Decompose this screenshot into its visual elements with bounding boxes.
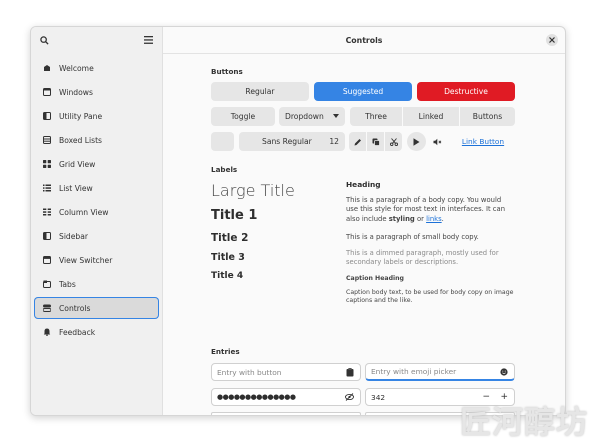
font-size: 12 xyxy=(329,137,339,146)
paste-icon[interactable] xyxy=(346,368,354,377)
app-window: Welcome Windows Utility Pane Boxed Lists… xyxy=(30,26,566,416)
caption-paragraph: Caption body text, to be used for body c… xyxy=(346,289,514,304)
labels-heading: Labels xyxy=(211,165,238,174)
password-entry[interactable]: ●●●●●●●●●●●●●● xyxy=(211,388,361,406)
buttons-button[interactable]: Buttons xyxy=(460,107,515,126)
sidebar-item-feedback[interactable]: Feedback xyxy=(34,321,159,343)
utility-pane-icon xyxy=(43,112,51,120)
search-icon[interactable] xyxy=(40,35,49,45)
sidebar-item-list-view[interactable]: List View xyxy=(34,177,159,199)
sidebar-item-label: Tabs xyxy=(59,279,76,289)
title3-label: Title 3 xyxy=(211,252,245,263)
entries-heading: Entries xyxy=(211,347,240,356)
sidebar-item-label: Windows xyxy=(59,87,93,97)
large-title-label: Large Title xyxy=(211,181,295,200)
play-button[interactable] xyxy=(407,132,426,151)
body-heading: Heading xyxy=(346,180,381,189)
caption-heading: Caption Heading xyxy=(346,275,404,282)
toggle-button[interactable]: Toggle xyxy=(211,107,275,126)
sidebar-item-sidebar[interactable]: Sidebar xyxy=(34,225,159,247)
body-end: . xyxy=(441,214,444,223)
chevron-down-icon xyxy=(333,114,339,118)
sidebar-item-label: Column View xyxy=(59,207,109,217)
welcome-icon xyxy=(43,64,51,72)
sidebar-item-utility-pane[interactable]: Utility Pane xyxy=(34,105,159,127)
font-button[interactable]: Sans Regular 12 xyxy=(239,132,345,151)
spin-value: 342 xyxy=(371,392,386,402)
next-entry-partial[interactable] xyxy=(211,412,361,415)
sidebar-item-label: Grid View xyxy=(59,159,96,169)
dropdown-button[interactable]: Dropdown xyxy=(279,107,345,126)
title4-label: Title 4 xyxy=(211,271,244,281)
link-button[interactable]: Link Button xyxy=(453,132,513,151)
sidebar-item-boxed-lists[interactable]: Boxed Lists xyxy=(34,129,159,151)
sidebar-item-tabs[interactable]: Tabs xyxy=(34,273,159,295)
sidebar-item-controls[interactable]: Controls xyxy=(34,297,159,319)
sidebar-item-welcome[interactable]: Welcome xyxy=(34,57,159,79)
sidebar-list: Welcome Windows Utility Pane Boxed Lists… xyxy=(31,53,162,343)
body-link[interactable]: links xyxy=(426,215,442,223)
small-copy-paragraph: This is a paragraph of small body copy. xyxy=(346,233,479,241)
suggested-button[interactable]: Suggested xyxy=(314,82,412,101)
font-name: Sans Regular xyxy=(262,137,312,146)
watermark-logo: 匠河醇坊 xyxy=(460,405,588,441)
emoji-entry[interactable]: Entry with emoji picker xyxy=(365,363,515,381)
copy-icon xyxy=(372,138,380,146)
list-view-icon xyxy=(43,184,51,192)
sidebar-item-label: View Switcher xyxy=(59,255,113,265)
sidebar-item-label: Sidebar xyxy=(59,231,89,241)
cut-button[interactable] xyxy=(385,132,402,151)
sidebar-item-label: Boxed Lists xyxy=(59,135,103,145)
body-styling: styling xyxy=(388,214,415,223)
color-button[interactable] xyxy=(211,132,234,151)
sidebar-header xyxy=(31,27,162,53)
dropdown-label: Dropdown xyxy=(285,112,324,121)
eye-hidden-icon[interactable] xyxy=(345,393,354,401)
destructive-button[interactable]: Destructive xyxy=(417,82,515,101)
sidebar-item-label: Welcome xyxy=(59,63,94,73)
three-button[interactable]: Three xyxy=(350,107,402,126)
sidebar-item-grid-view[interactable]: Grid View xyxy=(34,153,159,175)
entry-with-button[interactable]: Entry with button xyxy=(211,363,361,381)
buttons-heading: Buttons xyxy=(211,67,243,76)
grid-view-icon xyxy=(43,160,51,168)
sidebar-item-windows[interactable]: Windows xyxy=(34,81,159,103)
boxed-lists-icon xyxy=(43,136,51,144)
play-icon xyxy=(413,137,420,146)
sidebar-icon xyxy=(43,232,51,240)
sidebar-item-label: Utility Pane xyxy=(59,111,103,121)
linked-button[interactable]: Linked xyxy=(403,107,459,126)
pencil-icon xyxy=(354,138,362,146)
sidebar-item-label: Feedback xyxy=(59,327,96,337)
volume-icon xyxy=(433,138,442,146)
emoji-placeholder: Entry with emoji picker xyxy=(371,367,457,376)
controls-icon xyxy=(43,304,51,312)
emoji-icon[interactable] xyxy=(500,368,508,376)
body-paragraph: This is a paragraph of a body copy. You … xyxy=(346,196,514,224)
title1-label: Title 1 xyxy=(211,208,258,223)
dimmed-paragraph: This is a dimmed paragraph, mostly used … xyxy=(346,249,499,267)
column-view-icon xyxy=(43,208,51,216)
feedback-icon xyxy=(43,328,51,336)
password-value: ●●●●●●●●●●●●●● xyxy=(217,393,296,401)
controls-page: Buttons Regular Suggested Destructive To… xyxy=(163,27,565,415)
title2-label: Title 2 xyxy=(211,232,249,244)
main-area: Controls Buttons Regular Suggested Destr… xyxy=(163,27,565,415)
copy-button[interactable] xyxy=(367,132,384,151)
regular-button[interactable]: Regular xyxy=(211,82,309,101)
volume-button[interactable] xyxy=(429,132,445,151)
sidebar-item-column-view[interactable]: Column View xyxy=(34,201,159,223)
body-or: or xyxy=(414,214,427,223)
scissors-icon xyxy=(389,137,398,146)
sidebar: Welcome Windows Utility Pane Boxed Lists… xyxy=(31,27,163,415)
sidebar-item-view-switcher[interactable]: View Switcher xyxy=(34,249,159,271)
sidebar-item-label: List View xyxy=(59,183,93,193)
edit-button[interactable] xyxy=(349,132,366,151)
entry-placeholder: Entry with button xyxy=(217,367,282,377)
view-switcher-icon xyxy=(43,256,51,264)
windows-icon xyxy=(43,88,51,96)
tabs-icon xyxy=(43,280,51,288)
sidebar-item-label: Controls xyxy=(59,303,91,313)
menu-icon[interactable] xyxy=(144,36,153,44)
